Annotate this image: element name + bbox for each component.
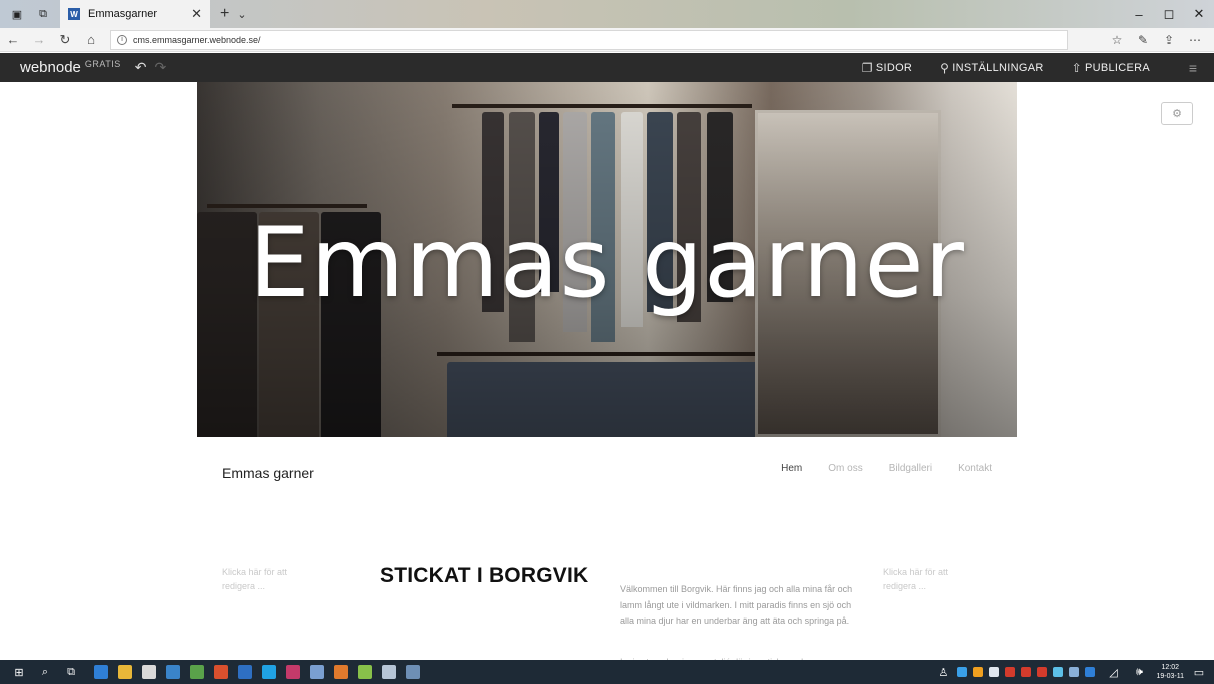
address-bar: ← → ↻ ⌂ i cms.emmasgarner.webnode.se/ ☆ … [0, 28, 1214, 52]
app-icon[interactable] [334, 665, 348, 679]
publish-label: PUBLICERA [1084, 61, 1150, 74]
hero-title[interactable]: Emmas garner [197, 207, 1017, 319]
tray-app-icon[interactable] [1085, 667, 1096, 677]
edge-icon[interactable] [94, 665, 108, 679]
site-info-icon[interactable]: i [117, 34, 127, 45]
home-icon[interactable]: ⌂ [78, 29, 104, 51]
left-placeholder[interactable]: Klicka här för att redigera ... [222, 565, 322, 593]
tray-app-icon[interactable] [1021, 667, 1032, 677]
section-settings-button[interactable]: ⚙ [1161, 102, 1193, 125]
nav-item-contact[interactable]: Kontakt [958, 463, 992, 474]
wrench-icon: ⚲ [940, 60, 950, 75]
site-name[interactable]: Emmas garner [222, 465, 314, 481]
task-view-icon[interactable]: ⧉ [60, 664, 82, 680]
content-paragraph[interactable]: Välkommen till Borgvik. Här finns jag oc… [620, 581, 865, 629]
pages-icon: ❐ [861, 60, 873, 75]
plan-badge: GRATIS [84, 58, 121, 69]
browser-tab[interactable]: W Emmasgarner ✕ [60, 0, 210, 28]
app-icon[interactable] [310, 665, 324, 679]
nav-item-about[interactable]: Om oss [828, 463, 862, 474]
back-icon[interactable]: ← [0, 29, 26, 51]
tray-app-icon[interactable] [989, 667, 1000, 677]
tray-app-icon[interactable] [957, 667, 968, 677]
url-input[interactable]: i cms.emmasgarner.webnode.se/ [110, 29, 1068, 50]
right-placeholder[interactable]: Klicka här för att redigera ... [883, 565, 983, 593]
browser-tools: ☆ ✎ ⇪ ⋯ [1104, 28, 1208, 52]
app-icon[interactable] [286, 665, 300, 679]
pages-label: SIDOR [875, 61, 913, 74]
people-icon[interactable]: ♙ [932, 664, 954, 680]
forward-icon[interactable]: → [26, 29, 52, 51]
share-icon[interactable]: ⇪ [1156, 28, 1182, 52]
app-icon[interactable] [382, 665, 396, 679]
browser-tabstrip: ▣ ⧉ W Emmasgarner ✕ + ⌄ – ◻ ✕ [0, 0, 1214, 28]
settings-label: INSTÄLLNINGAR [952, 61, 1044, 74]
start-icon[interactable]: ⊞ [8, 664, 30, 680]
more-icon[interactable]: ⋯ [1182, 28, 1208, 52]
set-aside-tabs-icon[interactable]: ⧉ [34, 5, 52, 23]
new-tab-icon[interactable]: + [220, 5, 229, 23]
pen-icon[interactable]: ✎ [1130, 28, 1156, 52]
undo-icon[interactable]: ↶ [135, 59, 147, 76]
settings-button[interactable]: ⚲ INSTÄLLNINGAR [940, 61, 1043, 75]
nav-item-gallery[interactable]: Bildgalleri [889, 463, 932, 474]
notifications-icon[interactable]: ▭ [1190, 666, 1208, 679]
tab-close-icon[interactable]: ✕ [191, 6, 202, 22]
nav-item-home[interactable]: Hem [781, 463, 802, 474]
site-nav: Hem Om oss Bildgalleri Kontakt [755, 463, 992, 474]
maximize-icon[interactable]: ◻ [1154, 0, 1184, 28]
hamburger-menu-icon[interactable]: ≡ [1178, 60, 1208, 76]
app-icon[interactable] [190, 665, 204, 679]
refresh-icon[interactable]: ↻ [52, 29, 78, 51]
network-icon[interactable]: ◿ [1102, 664, 1124, 680]
hero-image[interactable]: Emmas garner [197, 82, 1017, 437]
gear-icon: ⚙ [1172, 108, 1182, 120]
content-heading[interactable]: STICKAT I BORGVIK [380, 564, 588, 588]
app-icon[interactable] [214, 665, 228, 679]
webnode-logo: webnode [20, 59, 81, 76]
publish-button[interactable]: ⇧ PUBLICERA [1072, 61, 1150, 75]
redo-icon[interactable]: ↷ [154, 59, 166, 76]
app-icon[interactable] [406, 665, 420, 679]
app-icon[interactable] [166, 665, 180, 679]
site-header: Emmas garner Hem Om oss Bildgalleri Kont… [222, 463, 992, 483]
window-controls: – ◻ ✕ [1124, 0, 1214, 28]
clock-date: 19-03-11 [1156, 673, 1184, 680]
tray-app-icon[interactable] [1053, 667, 1064, 677]
tray-app-icon[interactable] [1005, 667, 1016, 677]
skype-icon[interactable] [262, 665, 276, 679]
windows-taskbar: ⊞ ⌕ ⧉ ♙ ◿ 🕪 12:02 19-03-11 ▭ [0, 660, 1214, 684]
webnode-toolbar: webnode GRATIS ↶ ↷ ❐ SIDOR ⚲ INSTÄLLNING… [0, 53, 1214, 82]
toolbar-actions: ❐ SIDOR ⚲ INSTÄLLNINGAR ⇧ PUBLICERA ≡ [862, 53, 1214, 82]
pages-button[interactable]: ❐ SIDOR [862, 61, 912, 75]
tray-app-icon[interactable] [1069, 667, 1080, 677]
mail-icon[interactable] [238, 665, 252, 679]
close-window-icon[interactable]: ✕ [1184, 0, 1214, 28]
volume-icon[interactable]: 🕪 [1128, 664, 1150, 680]
url-text: cms.emmasgarner.webnode.se/ [133, 34, 261, 45]
minimize-icon[interactable]: – [1124, 0, 1154, 28]
favorites-icon[interactable]: ☆ [1104, 28, 1130, 52]
store-icon[interactable] [142, 665, 156, 679]
system-tray: ♙ ◿ 🕪 12:02 19-03-11 ▭ [928, 660, 1214, 684]
tray-app-icon[interactable] [973, 667, 984, 677]
tray-app-icon[interactable] [1037, 667, 1048, 677]
upload-icon: ⇧ [1071, 60, 1082, 75]
tab-title: Emmasgarner [88, 8, 158, 20]
webnode-favicon-icon: W [68, 8, 80, 20]
tab-actions-icon[interactable]: ▣ [8, 5, 26, 23]
file-explorer-icon[interactable] [118, 665, 132, 679]
search-icon[interactable]: ⌕ [34, 664, 56, 680]
tab-preview-chevron-icon[interactable]: ⌄ [237, 8, 246, 21]
clock[interactable]: 12:02 19-03-11 [1156, 663, 1184, 681]
app-icon[interactable] [358, 665, 372, 679]
clock-time: 12:02 [1161, 664, 1179, 671]
